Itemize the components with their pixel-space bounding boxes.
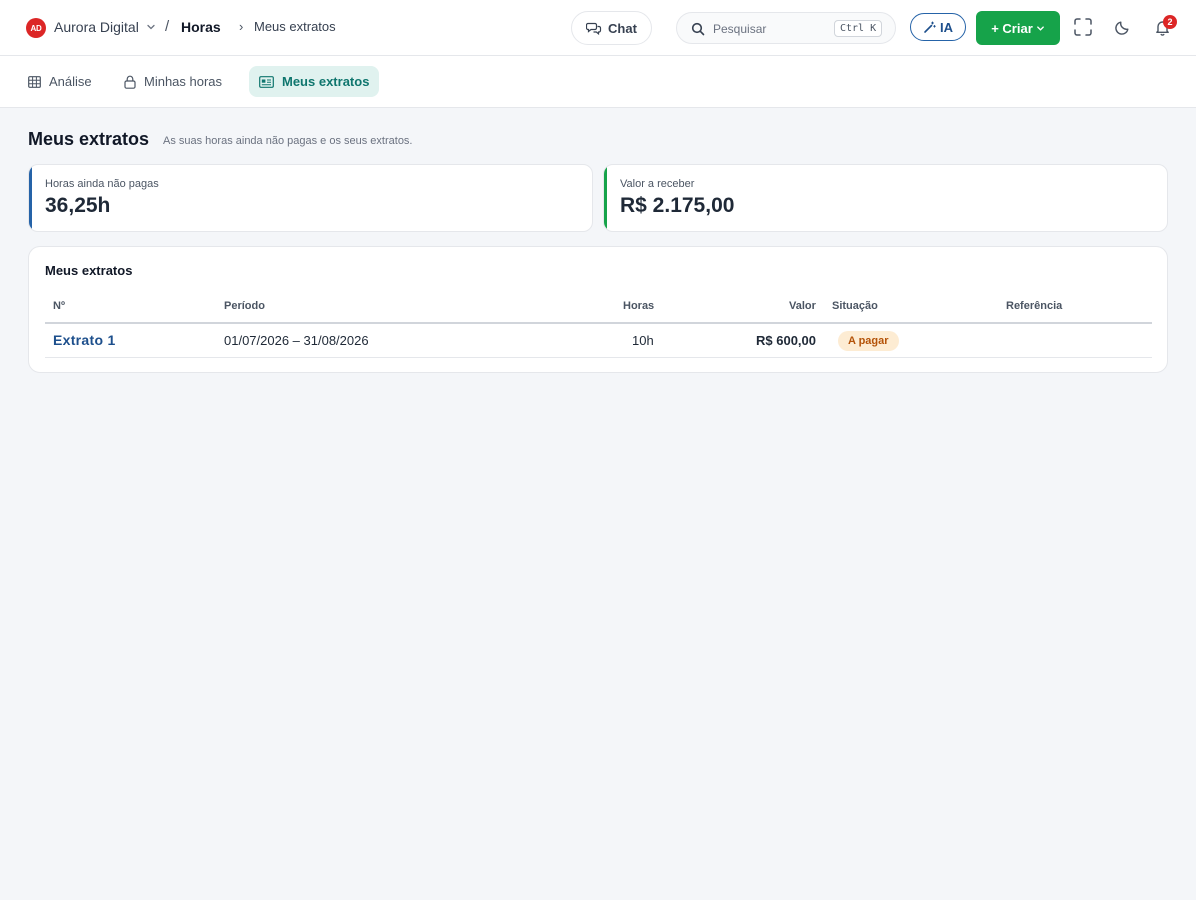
table-header-divider (45, 322, 1152, 324)
fullscreen-button[interactable] (1072, 16, 1094, 38)
chevron-down-icon (1036, 25, 1044, 31)
tab-minhas-horas[interactable]: Minhas horas (114, 66, 232, 97)
search-input[interactable] (713, 19, 823, 39)
stat-label: Horas ainda não pagas (45, 178, 159, 190)
statement-period: 01/07/2026 – 31/08/2026 (224, 333, 369, 348)
ai-assistant-label: IA (940, 19, 953, 35)
theme-toggle-button[interactable] (1112, 16, 1134, 38)
id-card-icon (259, 75, 274, 88)
statements-table-card: Meus extratos Nº Período Horas Valor Sit… (28, 246, 1168, 373)
breadcrumb-current: Meus extratos (254, 19, 336, 34)
breadcrumb-separator: / (165, 18, 170, 35)
top-bar: AD Aurora Digital / Horas › Meus extrato… (0, 0, 1196, 56)
chat-button-label: Chat (608, 20, 637, 36)
chevron-down-icon[interactable] (146, 22, 156, 32)
create-button[interactable]: + Criar (976, 11, 1060, 45)
fullscreen-icon (1074, 18, 1092, 36)
ai-assistant-button[interactable]: IA (910, 13, 966, 41)
stat-value: R$ 2.175,00 (620, 194, 735, 217)
tab-label: Minhas horas (144, 74, 223, 89)
statement-hours: 10h (632, 333, 654, 348)
column-header-value[interactable]: Valor (789, 300, 816, 312)
breadcrumb-arrow: › (239, 19, 244, 34)
statement-link[interactable]: Extrato 1 (53, 332, 116, 348)
search-icon (691, 22, 705, 36)
lock-icon (124, 75, 136, 89)
breadcrumb-section[interactable]: Horas (181, 19, 221, 35)
statement-value: R$ 600,00 (756, 333, 816, 348)
tab-meus-extratos[interactable]: Meus extratos (249, 66, 380, 97)
column-header-number[interactable]: Nº (53, 300, 65, 312)
tab-analise[interactable]: Análise (18, 66, 102, 97)
page-title: Meus extratos (28, 129, 150, 149)
chat-bubbles-icon (586, 22, 602, 35)
table-title: Meus extratos (45, 263, 133, 278)
unpaid-hours-card: Horas ainda não pagas 36,25h (28, 164, 593, 232)
org-logo[interactable]: AD (26, 18, 46, 38)
tab-label: Análise (49, 74, 92, 89)
column-header-period[interactable]: Período (224, 300, 265, 312)
magic-wand-icon (924, 21, 936, 33)
amount-receivable-card: Valor a receber R$ 2.175,00 (603, 164, 1168, 232)
column-header-reference[interactable]: Referência (1006, 300, 1062, 312)
table-icon (28, 75, 41, 88)
tab-label: Meus extratos (282, 74, 370, 89)
stat-value: 36,25h (45, 194, 111, 217)
chat-button[interactable]: Chat (571, 11, 652, 45)
moon-icon (1115, 21, 1129, 35)
table-row-divider (45, 357, 1152, 358)
page-subtitle: As suas horas ainda não pagas e os seus … (163, 135, 413, 147)
column-header-hours[interactable]: Horas (623, 300, 654, 312)
section-tabs: Análise Minhas horas Meus extratos (0, 56, 1196, 108)
column-header-status[interactable]: Situação (832, 300, 878, 312)
create-button-label: + Criar (991, 20, 1033, 36)
notification-count-badge: 2 (1163, 15, 1177, 29)
status-badge: A pagar (838, 331, 899, 351)
search-bar[interactable]: Ctrl K (676, 12, 896, 44)
stat-label: Valor a receber (620, 178, 695, 190)
org-switcher[interactable]: Aurora Digital (54, 19, 139, 35)
search-shortcut-hint: Ctrl K (834, 20, 883, 37)
